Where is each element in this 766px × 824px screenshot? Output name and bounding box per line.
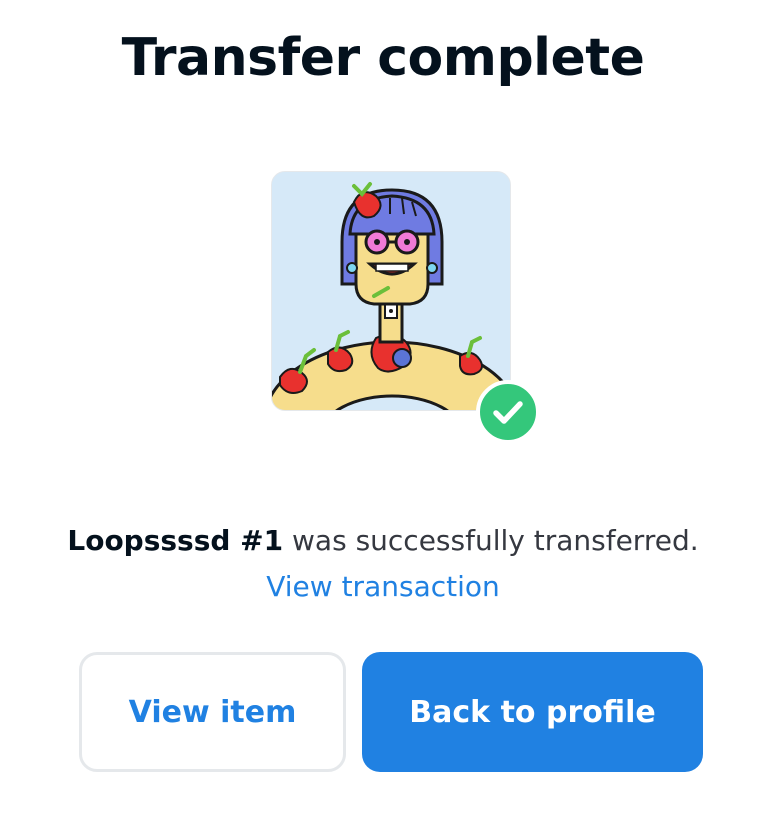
success-check-icon [476,380,540,444]
nft-image [271,171,511,411]
transfer-message: Loopssssd #1 was successfully transferre… [0,524,766,557]
back-to-profile-button[interactable]: Back to profile [362,652,703,772]
view-item-button[interactable]: View item [79,652,346,772]
page-title: Transfer complete [121,28,645,88]
message-suffix: was successfully transferred. [283,524,699,557]
item-name: Loopssssd #1 [67,524,284,557]
nft-preview [271,171,540,444]
view-transaction-link[interactable]: View transaction [0,570,766,603]
